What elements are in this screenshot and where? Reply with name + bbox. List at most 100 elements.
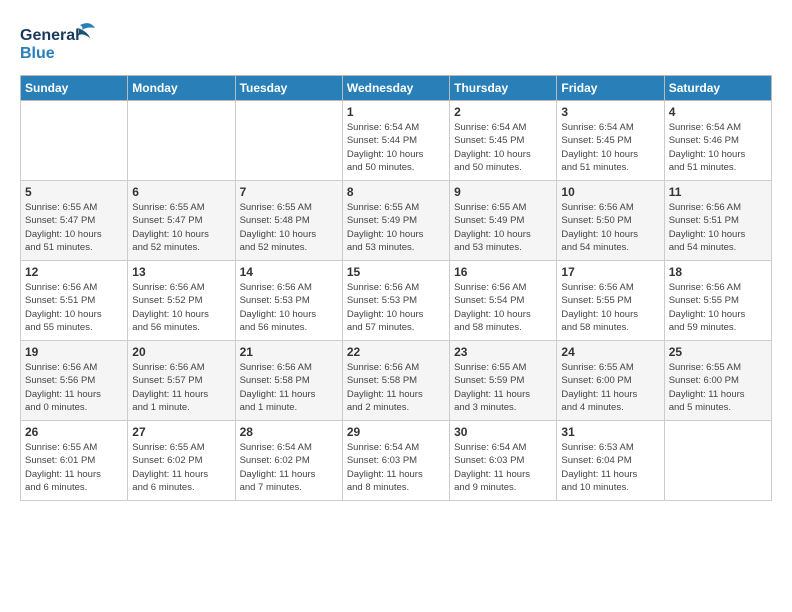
calendar-cell: 26 Sunrise: 6:55 AMSunset: 6:01 PMDayligh… — [21, 421, 128, 501]
day-content: Sunrise: 6:54 AMSunset: 5:44 PMDaylight:… — [347, 121, 445, 174]
calendar-cell: 30 Sunrise: 6:54 AMSunset: 6:03 PMDayligh… — [450, 421, 557, 501]
calendar-cell: 9 Sunrise: 6:55 AMSunset: 5:49 PMDaylight… — [450, 181, 557, 261]
day-content: Sunrise: 6:56 AMSunset: 5:52 PMDaylight:… — [132, 281, 230, 334]
calendar-cell: 12Sunrise: 6:56 AMSunset: 5:51 PMDayligh… — [21, 261, 128, 341]
day-number: 25 — [669, 345, 767, 359]
day-number: 14 — [240, 265, 338, 279]
calendar-cell: 11Sunrise: 6:56 AMSunset: 5:51 PMDayligh… — [664, 181, 771, 261]
calendar-cell — [235, 101, 342, 181]
calendar-cell: 27 Sunrise: 6:55 AMSunset: 6:02 PMDayligh… — [128, 421, 235, 501]
day-number: 16 — [454, 265, 552, 279]
calendar-cell: 22 Sunrise: 6:56 AMSunset: 5:58 PMDayligh… — [342, 341, 449, 421]
day-content: Sunrise: 6:56 AMSunset: 5:54 PMDaylight:… — [454, 281, 552, 334]
day-number: 8 — [347, 185, 445, 199]
calendar-cell: 3 Sunrise: 6:54 AMSunset: 5:45 PMDaylight… — [557, 101, 664, 181]
day-content: Sunrise: 6:55 AMSunset: 5:47 PMDaylight:… — [132, 201, 230, 254]
day-number: 27 — [132, 425, 230, 439]
calendar-cell: 4Sunrise: 6:54 AMSunset: 5:46 PMDaylight… — [664, 101, 771, 181]
day-content: Sunrise: 6:55 AMSunset: 5:49 PMDaylight:… — [347, 201, 445, 254]
day-number: 26 — [25, 425, 123, 439]
day-content: Sunrise: 6:54 AMSunset: 6:03 PMDaylight:… — [347, 441, 445, 494]
calendar-cell: 19 Sunrise: 6:56 AMSunset: 5:56 PMDayligh… — [21, 341, 128, 421]
week-row-3: 12Sunrise: 6:56 AMSunset: 5:51 PMDayligh… — [21, 261, 772, 341]
day-number: 17 — [561, 265, 659, 279]
day-content: Sunrise: 6:56 AMSunset: 5:58 PMDaylight:… — [240, 361, 338, 414]
day-content: Sunrise: 6:54 AMSunset: 5:45 PMDaylight:… — [454, 121, 552, 174]
svg-text:Blue: Blue — [20, 45, 55, 62]
day-number: 19 — [25, 345, 123, 359]
calendar-cell: 10 Sunrise: 6:56 AMSunset: 5:50 PMDayligh… — [557, 181, 664, 261]
day-content: Sunrise: 6:55 AMSunset: 5:49 PMDaylight:… — [454, 201, 552, 254]
day-number: 9 — [454, 185, 552, 199]
day-number: 15 — [347, 265, 445, 279]
day-content: Sunrise: 6:56 AMSunset: 5:57 PMDaylight:… — [132, 361, 230, 414]
day-content: Sunrise: 6:55 AMSunset: 5:48 PMDaylight:… — [240, 201, 338, 254]
calendar-cell: 16 Sunrise: 6:56 AMSunset: 5:54 PMDayligh… — [450, 261, 557, 341]
calendar-cell: 18 Sunrise: 6:56 AMSunset: 5:55 PMDayligh… — [664, 261, 771, 341]
day-number: 13 — [132, 265, 230, 279]
day-content: Sunrise: 6:56 AMSunset: 5:55 PMDaylight:… — [669, 281, 767, 334]
calendar-cell: 5Sunrise: 6:55 AMSunset: 5:47 PMDaylight… — [21, 181, 128, 261]
day-header-saturday: Saturday — [664, 76, 771, 101]
calendar-cell: 7 Sunrise: 6:55 AMSunset: 5:48 PMDaylight… — [235, 181, 342, 261]
day-number: 31 — [561, 425, 659, 439]
day-number: 22 — [347, 345, 445, 359]
day-number: 6 — [132, 185, 230, 199]
day-content: Sunrise: 6:56 AMSunset: 5:50 PMDaylight:… — [561, 201, 659, 254]
calendar-cell: 31 Sunrise: 6:53 AMSunset: 6:04 PMDayligh… — [557, 421, 664, 501]
day-content: Sunrise: 6:54 AMSunset: 5:45 PMDaylight:… — [561, 121, 659, 174]
day-content: Sunrise: 6:53 AMSunset: 6:04 PMDaylight:… — [561, 441, 659, 494]
calendar-cell: 17 Sunrise: 6:56 AMSunset: 5:55 PMDayligh… — [557, 261, 664, 341]
calendar-cell: 23Sunrise: 6:55 AMSunset: 5:59 PMDayligh… — [450, 341, 557, 421]
week-row-1: 1Sunrise: 6:54 AMSunset: 5:44 PMDaylight… — [21, 101, 772, 181]
day-content: Sunrise: 6:55 AMSunset: 6:02 PMDaylight:… — [132, 441, 230, 494]
day-number: 24 — [561, 345, 659, 359]
calendar-cell — [128, 101, 235, 181]
day-content: Sunrise: 6:56 AMSunset: 5:53 PMDaylight:… — [240, 281, 338, 334]
week-row-2: 5Sunrise: 6:55 AMSunset: 5:47 PMDaylight… — [21, 181, 772, 261]
logo: GeneralBlue — [20, 20, 100, 65]
day-content: Sunrise: 6:55 AMSunset: 6:01 PMDaylight:… — [25, 441, 123, 494]
day-content: Sunrise: 6:56 AMSunset: 5:51 PMDaylight:… — [25, 281, 123, 334]
calendar-cell: 14 Sunrise: 6:56 AMSunset: 5:53 PMDayligh… — [235, 261, 342, 341]
day-number: 11 — [669, 185, 767, 199]
day-content: Sunrise: 6:56 AMSunset: 5:53 PMDaylight:… — [347, 281, 445, 334]
week-row-5: 26 Sunrise: 6:55 AMSunset: 6:01 PMDayligh… — [21, 421, 772, 501]
day-content: Sunrise: 6:54 AMSunset: 6:03 PMDaylight:… — [454, 441, 552, 494]
day-number: 21 — [240, 345, 338, 359]
day-content: Sunrise: 6:55 AMSunset: 6:00 PMDaylight:… — [561, 361, 659, 414]
calendar-cell: 6 Sunrise: 6:55 AMSunset: 5:47 PMDaylight… — [128, 181, 235, 261]
day-header-tuesday: Tuesday — [235, 76, 342, 101]
day-content: Sunrise: 6:54 AMSunset: 5:46 PMDaylight:… — [669, 121, 767, 174]
day-number: 7 — [240, 185, 338, 199]
calendar-cell — [664, 421, 771, 501]
calendar-cell: 2Sunrise: 6:54 AMSunset: 5:45 PMDaylight… — [450, 101, 557, 181]
header-row: SundayMondayTuesdayWednesdayThursdayFrid… — [21, 76, 772, 101]
calendar-cell: 8 Sunrise: 6:55 AMSunset: 5:49 PMDaylight… — [342, 181, 449, 261]
day-header-sunday: Sunday — [21, 76, 128, 101]
logo-svg: GeneralBlue — [20, 20, 100, 65]
page-header: GeneralBlue — [20, 20, 772, 65]
day-content: Sunrise: 6:55 AMSunset: 6:00 PMDaylight:… — [669, 361, 767, 414]
day-header-friday: Friday — [557, 76, 664, 101]
calendar-cell: 13 Sunrise: 6:56 AMSunset: 5:52 PMDayligh… — [128, 261, 235, 341]
day-content: Sunrise: 6:56 AMSunset: 5:55 PMDaylight:… — [561, 281, 659, 334]
day-number: 23 — [454, 345, 552, 359]
calendar-cell: 29 Sunrise: 6:54 AMSunset: 6:03 PMDayligh… — [342, 421, 449, 501]
calendar-cell: 20 Sunrise: 6:56 AMSunset: 5:57 PMDayligh… — [128, 341, 235, 421]
day-number: 30 — [454, 425, 552, 439]
day-content: Sunrise: 6:55 AMSunset: 5:47 PMDaylight:… — [25, 201, 123, 254]
day-number: 3 — [561, 105, 659, 119]
day-number: 20 — [132, 345, 230, 359]
day-number: 28 — [240, 425, 338, 439]
svg-text:General: General — [20, 27, 80, 44]
day-number: 10 — [561, 185, 659, 199]
calendar-cell: 1Sunrise: 6:54 AMSunset: 5:44 PMDaylight… — [342, 101, 449, 181]
calendar-table: SundayMondayTuesdayWednesdayThursdayFrid… — [20, 75, 772, 501]
calendar-cell: 25 Sunrise: 6:55 AMSunset: 6:00 PMDayligh… — [664, 341, 771, 421]
day-content: Sunrise: 6:56 AMSunset: 5:56 PMDaylight:… — [25, 361, 123, 414]
calendar-cell: 28Sunrise: 6:54 AMSunset: 6:02 PMDayligh… — [235, 421, 342, 501]
day-number: 18 — [669, 265, 767, 279]
day-content: Sunrise: 6:56 AMSunset: 5:58 PMDaylight:… — [347, 361, 445, 414]
day-number: 29 — [347, 425, 445, 439]
